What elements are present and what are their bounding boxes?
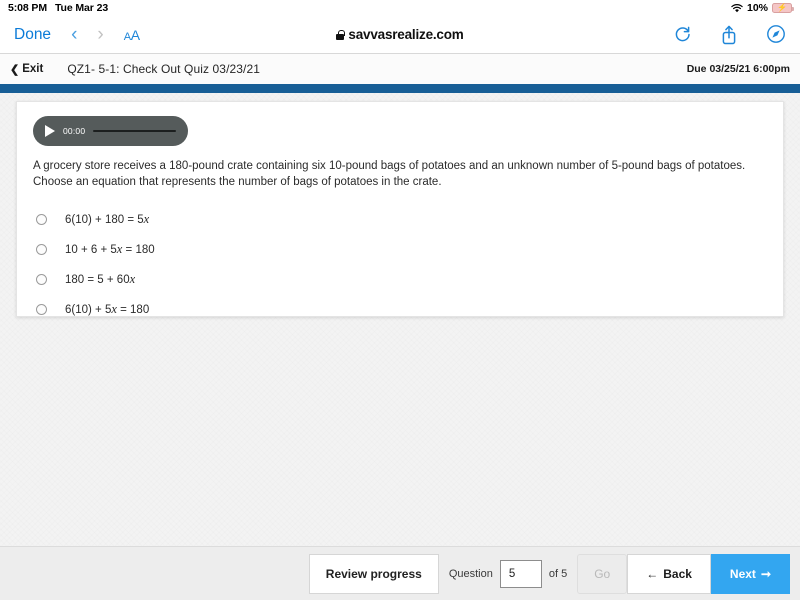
answer-option-3[interactable]: 180 = 5 + 60x (33, 264, 767, 294)
answer-option-2[interactable]: 10 + 6 + 5x = 180 (33, 234, 767, 264)
chevron-left-icon[interactable]: ‹ (71, 25, 77, 44)
battery-charging-icon: ⚡ (772, 3, 794, 13)
question-total-label: of 5 (548, 567, 568, 580)
exit-label: Exit (22, 63, 44, 75)
next-button[interactable]: Next ➞ (710, 553, 790, 594)
go-button: Go (577, 553, 628, 594)
wifi-icon (731, 3, 743, 13)
play-icon[interactable] (45, 125, 55, 137)
answer-option-label: 180 = 5 + 60x (65, 271, 136, 286)
review-progress-button[interactable]: Review progress (308, 553, 439, 594)
done-button[interactable]: Done (14, 26, 51, 44)
quiz-header-bar: ❮ Exit QZ1- 5-1: Check Out Quiz 03/23/21… (0, 54, 800, 84)
radio-button[interactable] (36, 243, 47, 255)
radio-button[interactable] (36, 303, 47, 315)
quiz-title: QZ1- 5-1: Check Out Quiz 03/23/21 (67, 62, 261, 76)
answer-option-label: 10 + 6 + 5x = 180 (65, 241, 155, 256)
back-button[interactable]: ← Back (627, 553, 711, 594)
audio-progress-track[interactable] (93, 129, 176, 133)
question-card: 00:00 A grocery store receives a 180-pou… (16, 101, 784, 317)
radio-button[interactable] (36, 273, 47, 285)
status-time: 5:08 PM (8, 2, 47, 14)
accent-bar (0, 84, 800, 93)
audio-time: 00:00 (63, 126, 86, 136)
question-number-group: Question of 5 (438, 553, 578, 594)
ios-status-bar: 5:08 PM Tue Mar 23 10% ⚡ (0, 0, 800, 16)
compass-icon[interactable] (766, 24, 786, 46)
due-date: Due 03/25/21 6:00pm (686, 63, 790, 75)
next-label: Next (729, 566, 756, 581)
radio-button[interactable] (36, 213, 47, 225)
url-text: savvasrealize.com (348, 27, 464, 42)
reload-icon[interactable] (674, 24, 694, 46)
answer-option-1[interactable]: 6(10) + 180 = 5x (33, 204, 767, 234)
safari-toolbar-right (674, 24, 786, 46)
battery-percent: 10% (746, 2, 768, 14)
lock-icon (336, 29, 345, 40)
back-label: Back (663, 566, 692, 581)
nav-button-group: Review progress Question of 5 Go ← Back … (308, 553, 800, 594)
safari-toolbar-left: Done ‹ › AA (14, 25, 140, 44)
answer-option-label: 6(10) + 180 = 5x (65, 211, 150, 226)
share-icon[interactable] (720, 24, 740, 46)
audio-player[interactable]: 00:00 (33, 116, 188, 146)
chevron-left-icon: ❮ (10, 63, 20, 76)
arrow-right-icon: ➞ (760, 566, 771, 581)
question-text: A grocery store receives a 180-pound cra… (33, 160, 746, 188)
quiz-bottom-nav: Review progress Question of 5 Go ← Back … (0, 546, 800, 600)
arrow-left-icon: ← (646, 566, 659, 581)
answer-option-4[interactable]: 6(10) + 5x = 180 (33, 294, 767, 324)
status-bar-left: 5:08 PM Tue Mar 23 (8, 2, 108, 14)
text-size-button[interactable]: AA (124, 27, 140, 43)
exit-button[interactable]: ❮ Exit (10, 63, 43, 76)
status-bar-right: 10% ⚡ (731, 2, 794, 14)
status-date: Tue Mar 23 (54, 2, 109, 14)
answer-choices: 6(10) + 180 = 5x 10 + 6 + 5x = 180 180 =… (33, 204, 767, 324)
quiz-content-area: 00:00 A grocery store receives a 180-pou… (0, 93, 800, 546)
chevron-right-icon: › (97, 24, 104, 45)
question-number-input[interactable] (499, 559, 542, 588)
answer-option-label: 6(10) + 5x = 180 (65, 301, 150, 316)
question-label: Question (448, 567, 493, 580)
safari-toolbar: Done ‹ › AA savvasrealize.com (0, 16, 800, 54)
